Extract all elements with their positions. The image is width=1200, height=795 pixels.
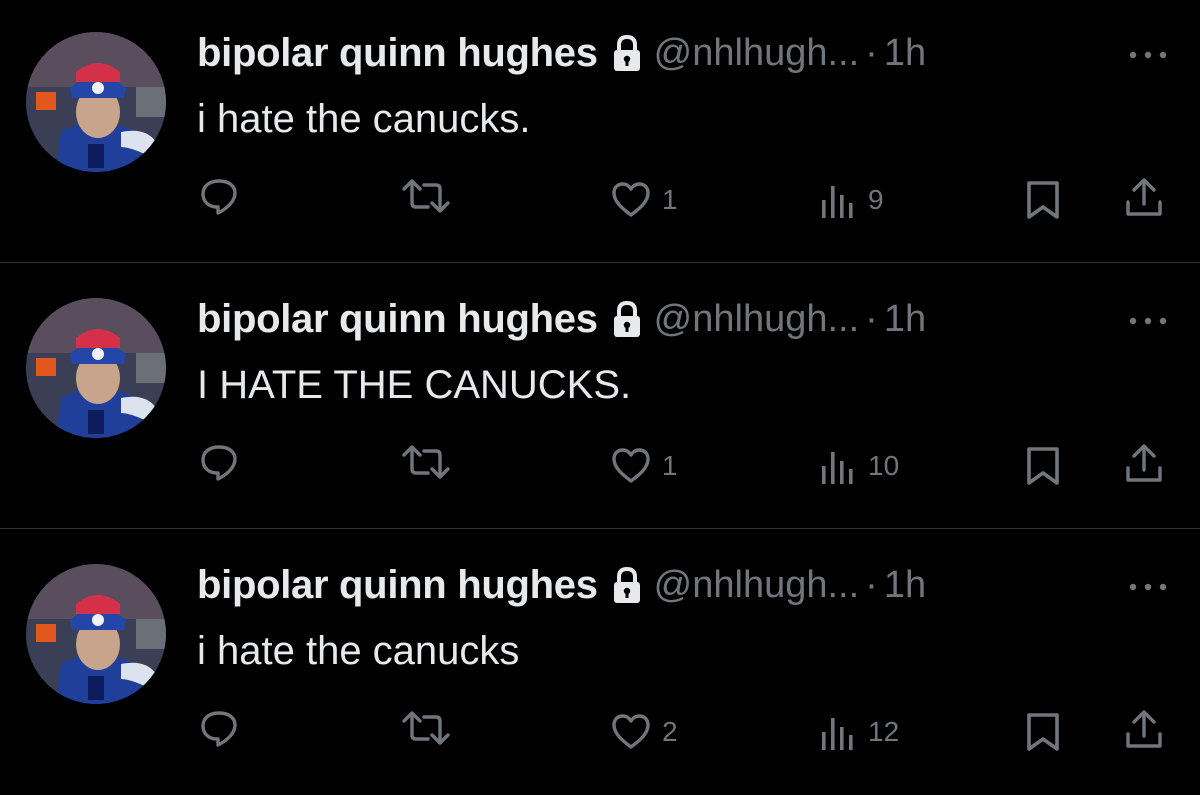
share-button[interactable] [1122, 706, 1166, 754]
more-icon[interactable] [1126, 579, 1170, 595]
views-button[interactable]: 10 [818, 442, 899, 490]
tweet-header: bipolar quinn hughes @nhlhugh... · 1h [197, 25, 926, 81]
share-icon [1122, 442, 1166, 486]
views-button[interactable]: 12 [818, 708, 899, 756]
view-count: 12 [868, 716, 900, 747]
display-name[interactable]: bipolar quinn hughes [197, 563, 598, 608]
display-name[interactable]: bipolar quinn hughes [197, 297, 598, 342]
bookmark-button[interactable] [1024, 176, 1062, 224]
divider [0, 262, 1200, 263]
share-button[interactable] [1122, 440, 1166, 488]
handle[interactable]: @nhlhugh... [654, 298, 860, 341]
like-button[interactable]: 1 [610, 442, 678, 490]
tweet-header: bipolar quinn hughes @nhlhugh... · 1h [197, 291, 926, 347]
bookmark-icon [1024, 179, 1062, 221]
tweet-header: bipolar quinn hughes @nhlhugh... · 1h [197, 557, 926, 613]
tweet-text: i hate the canucks [197, 629, 520, 673]
like-count: 1 [662, 184, 678, 215]
view-count: 10 [868, 450, 900, 481]
like-button[interactable]: 1 [610, 176, 678, 224]
heart-icon [610, 180, 652, 220]
separator-dot: · [865, 31, 878, 74]
timestamp[interactable]: 1h [884, 298, 926, 341]
like-button[interactable]: 2 [610, 708, 678, 756]
display-name[interactable]: bipolar quinn hughes [197, 31, 598, 76]
lock-icon [610, 299, 644, 339]
bookmark-icon [1024, 445, 1062, 487]
retweet-button[interactable] [400, 704, 452, 752]
reply-button[interactable] [198, 172, 240, 220]
timestamp[interactable]: 1h [884, 564, 926, 607]
reply-button[interactable] [198, 704, 240, 752]
views-icon [818, 180, 858, 220]
reply-icon [198, 175, 240, 217]
handle[interactable]: @nhlhugh... [654, 564, 860, 607]
handle[interactable]: @nhlhugh... [654, 32, 860, 75]
more-icon[interactable] [1126, 313, 1170, 329]
bookmark-button[interactable] [1024, 708, 1062, 756]
retweet-icon [400, 707, 452, 749]
avatar[interactable] [26, 32, 166, 172]
views-icon [818, 712, 858, 752]
avatar[interactable] [26, 298, 166, 438]
heart-icon [610, 712, 652, 752]
lock-icon [610, 565, 644, 605]
bookmark-icon [1024, 711, 1062, 753]
share-button[interactable] [1122, 174, 1166, 222]
tweet-text: i hate the canucks. [197, 97, 531, 141]
heart-icon [610, 446, 652, 486]
share-icon [1122, 708, 1166, 752]
share-icon [1122, 176, 1166, 220]
like-count: 1 [662, 450, 678, 481]
tweet[interactable]: bipolar quinn hughes @nhlhugh... · 1h I … [0, 266, 1200, 528]
like-count: 2 [662, 716, 678, 747]
retweet-button[interactable] [400, 438, 452, 486]
tweet[interactable]: bipolar quinn hughes @nhlhugh... · 1h i … [0, 532, 1200, 794]
view-count: 9 [868, 184, 884, 215]
reply-button[interactable] [198, 438, 240, 486]
timestamp[interactable]: 1h [884, 32, 926, 75]
retweet-icon [400, 175, 452, 217]
divider [0, 528, 1200, 529]
tweet-text: I HATE THE CANUCKS. [197, 363, 632, 407]
retweet-icon [400, 441, 452, 483]
reply-icon [198, 441, 240, 483]
views-icon [818, 446, 858, 486]
bookmark-button[interactable] [1024, 442, 1062, 490]
lock-icon [610, 33, 644, 73]
separator-dot: · [865, 297, 878, 340]
tweet[interactable]: bipolar quinn hughes @nhlhugh... · 1h i … [0, 0, 1200, 262]
avatar[interactable] [26, 564, 166, 704]
separator-dot: · [865, 563, 878, 606]
retweet-button[interactable] [400, 172, 452, 220]
more-icon[interactable] [1126, 47, 1170, 63]
reply-icon [198, 707, 240, 749]
views-button[interactable]: 9 [818, 176, 884, 224]
